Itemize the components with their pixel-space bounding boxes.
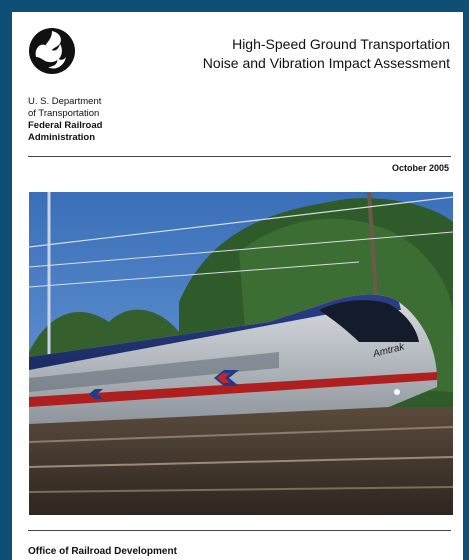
agency-line-3: Federal Railroad (28, 120, 103, 131)
report-title: High-Speed Ground Transportation Noise a… (120, 35, 450, 73)
top-divider (28, 156, 451, 157)
agency-line-4: Administration (28, 132, 96, 143)
bottom-divider (28, 530, 451, 531)
report-cover-page: High-Speed Ground Transportation Noise a… (12, 12, 463, 560)
title-line-1: High-Speed Ground Transportation (232, 36, 450, 52)
dot-logo-icon (29, 28, 75, 74)
report-date: October 2005 (391, 163, 449, 173)
agency-line-1: U. S. Department (28, 96, 102, 107)
title-line-2: Noise and Vibration Impact Assessment (202, 55, 450, 71)
agency-block: U. S. Department of Transportation Feder… (28, 96, 102, 144)
agency-line-2: of Transportation (28, 108, 100, 119)
train-photo: Amtrak (29, 192, 453, 515)
office-name: Office of Railroad Development (28, 546, 177, 557)
